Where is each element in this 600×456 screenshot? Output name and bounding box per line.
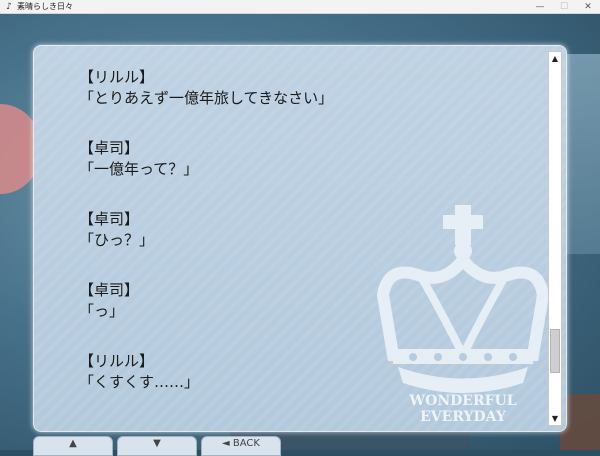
minimize-button[interactable]: —: [528, 0, 552, 14]
close-button[interactable]: ✕: [576, 0, 600, 14]
log-entry[interactable]: 【卓司】 「ひっ？」: [79, 209, 539, 251]
scroll-up-arrow-icon[interactable]: ▲: [549, 52, 561, 65]
scroll-down-arrow-icon[interactable]: ▼: [549, 412, 561, 425]
log-entry[interactable]: 【リルル】 「くすくす……」: [79, 351, 539, 393]
maximize-button[interactable]: ☐: [552, 0, 576, 14]
speaker-name: 【卓司】: [79, 139, 140, 157]
dialogue-line: 「とりあえず一億年旅してきなさい」: [79, 89, 334, 107]
dialogue-line: 「ひっ？」: [79, 231, 155, 249]
speaker-name: 【リルル】: [79, 68, 155, 86]
log-entry[interactable]: 【リルル】 「とりあえず一億年旅してきなさい」: [79, 67, 539, 109]
dialogue-line: 「くすくす……」: [79, 373, 200, 391]
page-up-button[interactable]: ▲: [33, 436, 113, 456]
music-note-icon: ♪: [6, 1, 12, 12]
backlog-list: 【リルル】 「とりあえず一億年旅してきなさい」 【卓司】 「一億年って？」 【卓…: [79, 67, 539, 422]
dialogue-line: 「一億年って？」: [79, 160, 199, 178]
back-button[interactable]: ◄ BACK: [201, 436, 281, 456]
title-bar: ♪ 素晴らしき日々 — ☐ ✕: [0, 0, 600, 14]
speaker-name: 【卓司】: [79, 210, 140, 228]
log-entry[interactable]: 【卓司】 「一億年って？」: [79, 138, 539, 180]
window-controls: — ☐ ✕: [528, 0, 600, 14]
speaker-name: 【リルル】: [79, 352, 155, 370]
backlog-controls: ▲ ▼ ◄ BACK: [33, 436, 281, 456]
scrollbar-thumb[interactable]: [550, 329, 560, 373]
backlog-scrollbar[interactable]: ▲ ▼: [548, 51, 562, 426]
speaker-name: 【卓司】: [79, 281, 140, 299]
log-entry[interactable]: 【卓司】 「っ」: [79, 280, 539, 322]
window-title: 素晴らしき日々: [17, 2, 73, 11]
backlog-panel[interactable]: WONDERFUL EVERYDAY 【リルル】 「とりあえず一億年旅してきなさ…: [33, 45, 567, 432]
dialogue-line: 「っ」: [79, 302, 125, 320]
page-down-button[interactable]: ▼: [117, 436, 197, 456]
